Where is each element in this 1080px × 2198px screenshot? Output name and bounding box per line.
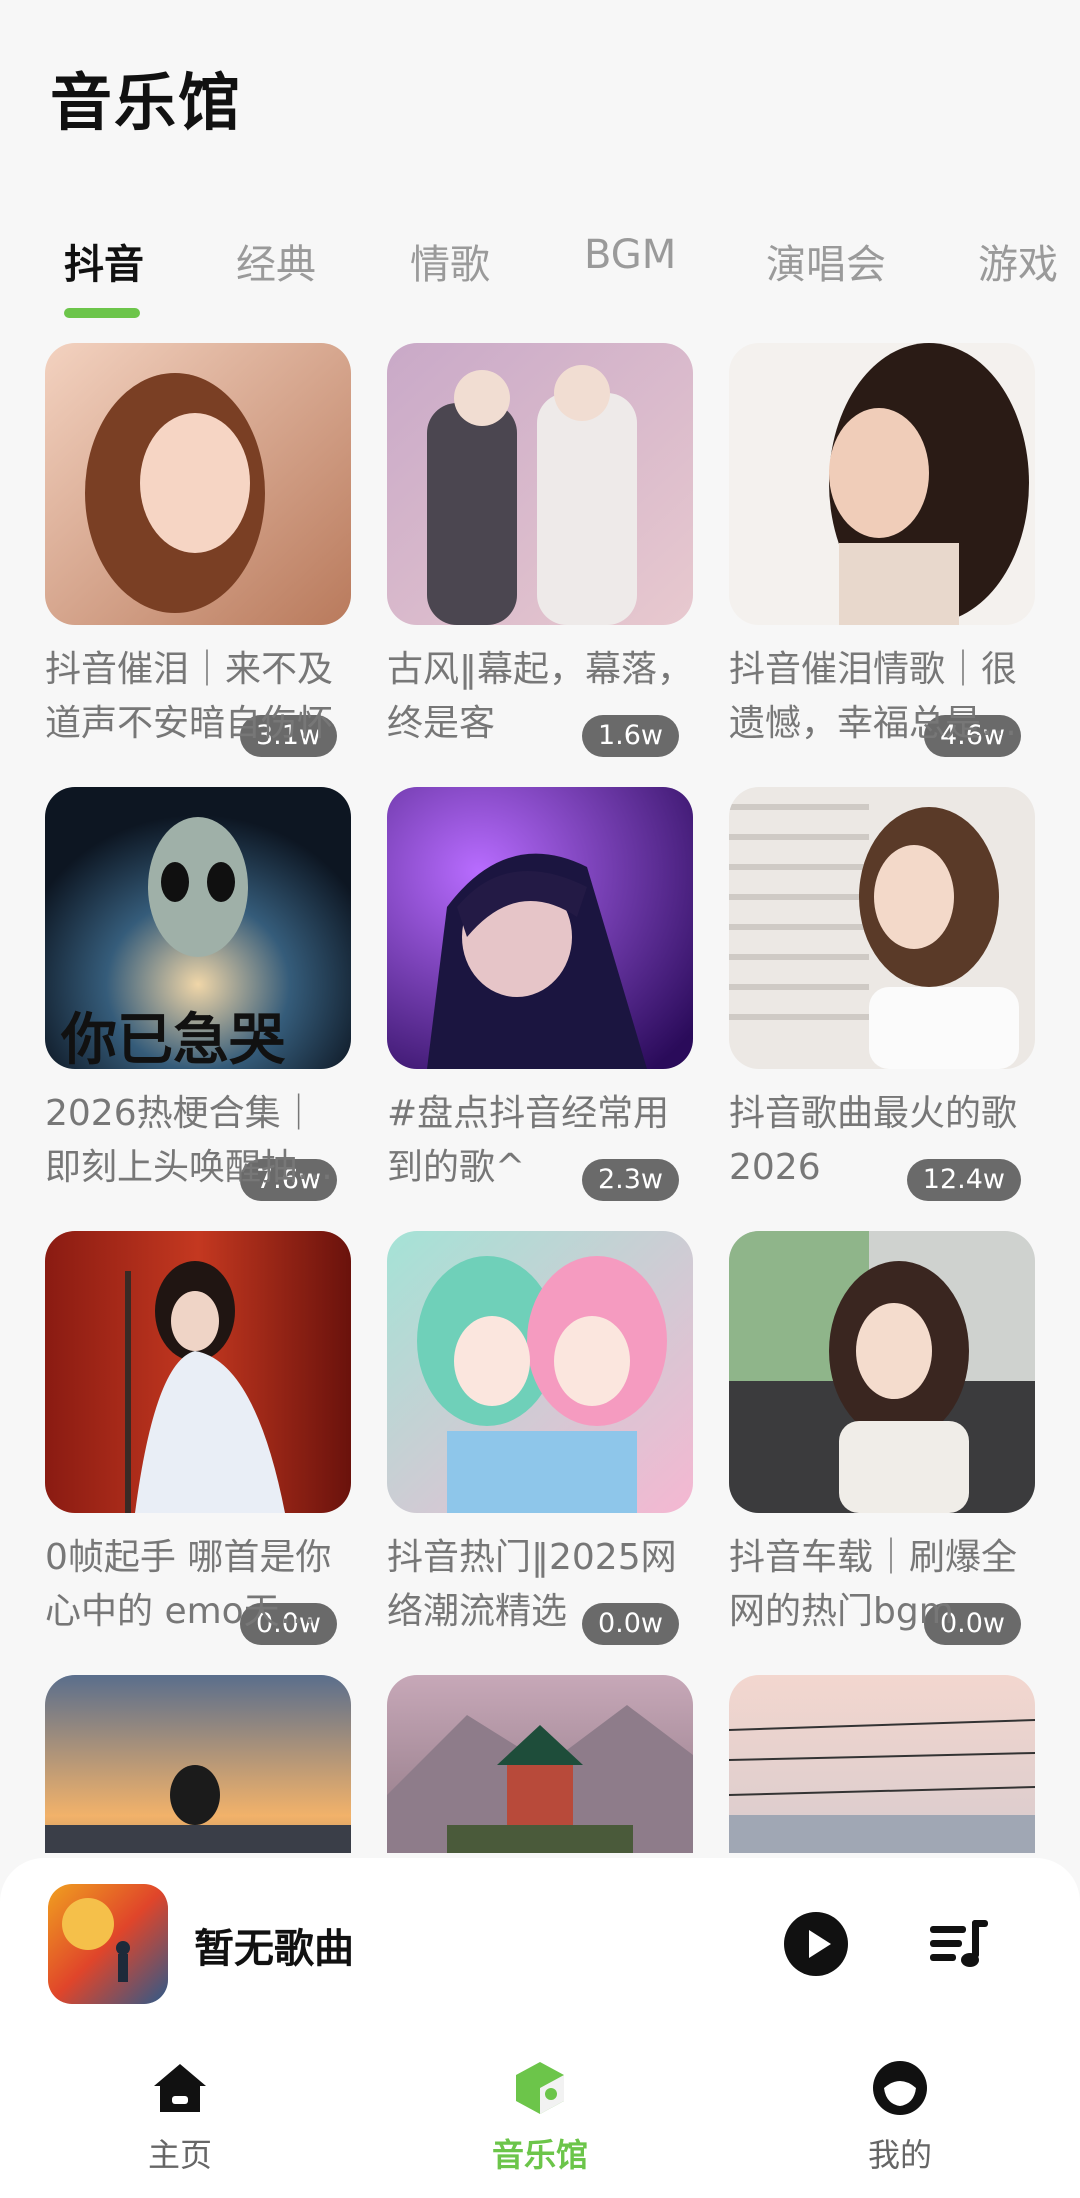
playlist-title: 2026热梗合集｜即刻上头唤醒抽…: [45, 1093, 334, 1188]
playlist-cover: 你已急哭: [45, 787, 351, 1069]
mini-player: 暂无歌曲 主页 音乐馆 我的: [0, 1858, 1080, 2198]
playlist-cover: [729, 343, 1035, 625]
nav-home[interactable]: 主页: [80, 2058, 280, 2188]
tab-bgm[interactable]: BGM: [584, 232, 676, 278]
album-art[interactable]: [48, 1884, 168, 2004]
now-playing-title: 暂无歌曲: [194, 1926, 354, 1972]
category-tabs: 抖音 经典 情歌 BGM 演唱会 游戏: [0, 220, 1080, 330]
tab-douyin[interactable]: 抖音: [64, 232, 144, 290]
bottom-nav: 主页 音乐馆 我的: [0, 2040, 1080, 2198]
play-button[interactable]: [784, 1912, 848, 1976]
playlist-card[interactable]: 1.6w 古风‖幕起，幕落，终是客: [387, 343, 693, 773]
playlist-queue-icon[interactable]: [928, 1914, 992, 1974]
music-hall-icon: [510, 2058, 570, 2118]
playlist-cover: [729, 787, 1035, 1069]
playlist-title: 抖音热门‖2025网络潮流精选: [387, 1537, 677, 1632]
playlist-card[interactable]: [387, 1675, 693, 1853]
home-icon: [150, 2058, 210, 2118]
profile-icon: [870, 2058, 930, 2118]
playlist-card[interactable]: 0.0w 抖音车载｜刷爆全网的热门bgm: [729, 1231, 1035, 1661]
playlist-title: 抖音歌曲最火的歌2026: [729, 1093, 1018, 1188]
playlist-card[interactable]: 0.0w 抖音热门‖2025网络潮流精选: [387, 1231, 693, 1661]
nav-music-hall[interactable]: 音乐馆: [440, 2058, 640, 2188]
playlist-title: #盘点抖音经常用到的歌^: [387, 1093, 670, 1188]
playlist-card[interactable]: 2.3w #盘点抖音经常用到的歌^: [387, 787, 693, 1217]
playlist-title: 抖音催泪情歌｜很遗憾，幸福总是…: [729, 649, 1018, 744]
cover-text: 你已急哭: [60, 1008, 286, 1069]
page-title: 音乐馆: [50, 66, 243, 139]
tab-indicator: [64, 308, 140, 318]
playlist-title: 抖音车载｜刷爆全网的热门bgm: [729, 1537, 1018, 1632]
nav-profile[interactable]: 我的: [800, 2058, 1000, 2188]
playlist-cover: [45, 1231, 351, 1513]
playlist-cover: [387, 343, 693, 625]
playlist-card[interactable]: [45, 1675, 351, 1853]
playlist-card[interactable]: [729, 1675, 1035, 1853]
playlist-card[interactable]: 12.4w 抖音歌曲最火的歌2026: [729, 787, 1035, 1217]
playlist-card[interactable]: 4.6w 抖音催泪情歌｜很遗憾，幸福总是…: [729, 343, 1035, 773]
playlist-cover: [45, 1675, 351, 1853]
tab-classic[interactable]: 经典: [236, 232, 316, 290]
playlist-title: 古风‖幕起，幕落，终是客: [387, 649, 693, 744]
playlist-cover: [387, 1675, 693, 1853]
playlist-cover: [45, 343, 351, 625]
playlist-title: 抖音催泪｜来不及道声不安暗自伤怀: [45, 649, 334, 744]
playlist-card[interactable]: 3.1w 抖音催泪｜来不及道声不安暗自伤怀: [45, 343, 351, 773]
playlist-cover: [387, 1231, 693, 1513]
playlist-card[interactable]: 0.0w 0帧起手 哪首是你心中的 emo天…: [45, 1231, 351, 1661]
tab-game[interactable]: 游戏: [978, 232, 1058, 290]
playlist-cover: [729, 1675, 1035, 1853]
playlist-cover: [387, 787, 693, 1069]
tab-concert[interactable]: 演唱会: [766, 232, 886, 290]
playlist-title: 0帧起手 哪首是你心中的 emo天…: [45, 1537, 332, 1632]
playlist-card[interactable]: 你已急哭 7.6w 2026热梗合集｜即刻上头唤醒抽…: [45, 787, 351, 1217]
playlist-grid: 3.1w 抖音催泪｜来不及道声不安暗自伤怀 1.6w 古风‖幕起，幕落，终是客 …: [0, 343, 1080, 1853]
playlist-cover: [729, 1231, 1035, 1513]
tab-love-songs[interactable]: 情歌: [410, 232, 490, 290]
